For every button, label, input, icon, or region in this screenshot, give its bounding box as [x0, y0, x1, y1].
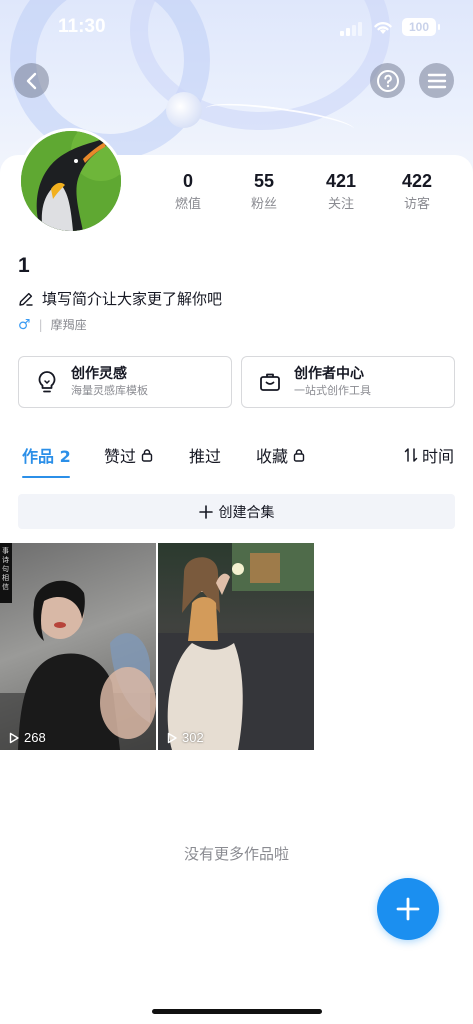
- profile-stats: 0 燃值 55 粉丝 421 关注 422 访客: [0, 170, 473, 212]
- back-button[interactable]: [14, 63, 49, 98]
- cellular-signal-icon: [340, 22, 362, 36]
- tool-title: 创作灵感: [71, 366, 127, 382]
- no-more-works-text: 没有更多作品啦: [183, 845, 289, 863]
- creator-center-button[interactable]: 创作者中心 一站式创作工具: [241, 356, 455, 408]
- status-bar: 11:30 100: [0, 0, 473, 54]
- tab-likes[interactable]: 赞过: [104, 443, 154, 467]
- male-gender-icon: ♂: [18, 316, 31, 333]
- create-post-button[interactable]: [377, 878, 439, 940]
- video-thumbnail[interactable]: 302: [158, 543, 314, 750]
- nickname: 1: [18, 254, 30, 277]
- lock-icon: [141, 449, 153, 462]
- stat-value: 422: [401, 171, 433, 191]
- battery-icon: 100: [402, 18, 440, 36]
- tab-label: 作品 2: [22, 447, 71, 466]
- stat-label: 关注: [327, 197, 354, 212]
- briefcase-icon: [260, 373, 280, 391]
- question-circle-icon: [376, 69, 399, 92]
- stat-value: 0: [182, 171, 193, 191]
- stat-value: 55: [253, 171, 275, 191]
- home-indicator[interactable]: [152, 1009, 322, 1014]
- stat-label: 访客: [403, 197, 430, 212]
- play-icon: [167, 732, 177, 743]
- wifi-icon: [374, 22, 392, 34]
- create-collection-button[interactable]: 创建合集: [18, 494, 455, 529]
- meta-divider: |: [38, 317, 43, 332]
- pencil-icon: [19, 292, 33, 306]
- profile-meta: ♂ | 摩羯座: [18, 316, 87, 333]
- content-tabs: 作品 2 赞过 推过 收藏 时间: [0, 440, 473, 480]
- plus-icon: [396, 897, 420, 921]
- play-count: 302: [166, 730, 204, 745]
- play-count-value: 302: [182, 730, 204, 745]
- tool-subtitle: 一站式创作工具: [294, 384, 371, 397]
- tool-subtitle: 海量灵感库模板: [71, 384, 148, 397]
- lightbulb-icon: [38, 371, 56, 393]
- video-cover-image: [0, 543, 156, 750]
- play-icon: [9, 732, 19, 743]
- plus-icon: [198, 504, 213, 519]
- video-grid: 事诗句相信 268 302: [0, 543, 473, 750]
- bio-placeholder: 填写简介让大家更了解你吧: [42, 290, 223, 308]
- stat-following[interactable]: 421 关注: [311, 170, 371, 212]
- sort-toggle[interactable]: 时间: [404, 443, 454, 467]
- menu-button[interactable]: [419, 63, 454, 98]
- sort-icon: [404, 448, 418, 462]
- create-collection-label: 创建合集: [218, 504, 275, 521]
- video-thumbnail[interactable]: 事诗句相信 268: [0, 543, 156, 750]
- stat-followers[interactable]: 55 粉丝: [234, 170, 294, 212]
- stat-value: 421: [325, 171, 357, 191]
- active-tab-indicator: [22, 476, 70, 478]
- zodiac-tag: 摩羯座: [50, 318, 87, 332]
- stat-label: 燃值: [174, 197, 201, 212]
- lock-icon: [293, 449, 305, 462]
- play-count-value: 268: [24, 730, 46, 745]
- status-time: 11:30: [58, 16, 106, 37]
- creative-inspiration-button[interactable]: 创作灵感 海量灵感库模板: [18, 356, 232, 408]
- play-count: 268: [8, 730, 46, 745]
- tab-label: 赞过: [104, 447, 137, 466]
- tab-label: 推过: [189, 447, 222, 466]
- banner-decoration: [166, 92, 202, 128]
- tab-label: 收藏: [256, 447, 289, 466]
- tab-favorites[interactable]: 收藏: [256, 443, 306, 467]
- tab-works[interactable]: 作品 2: [22, 443, 71, 467]
- hamburger-menu-icon: [427, 73, 446, 88]
- stat-label: 粉丝: [250, 197, 277, 212]
- video-overlay-text: 事诗句相信: [2, 547, 9, 591]
- stat-heat[interactable]: 0 燃值: [158, 170, 218, 212]
- sort-label: 时间: [422, 447, 455, 466]
- tool-title: 创作者中心: [294, 366, 364, 382]
- stat-visitors[interactable]: 422 访客: [387, 170, 447, 212]
- chevron-left-icon: [26, 72, 36, 89]
- help-button[interactable]: [370, 63, 405, 98]
- edit-bio-link[interactable]: 填写简介让大家更了解你吧: [18, 288, 222, 309]
- video-cover-image: [158, 543, 314, 750]
- tab-recommended[interactable]: 推过: [189, 443, 221, 467]
